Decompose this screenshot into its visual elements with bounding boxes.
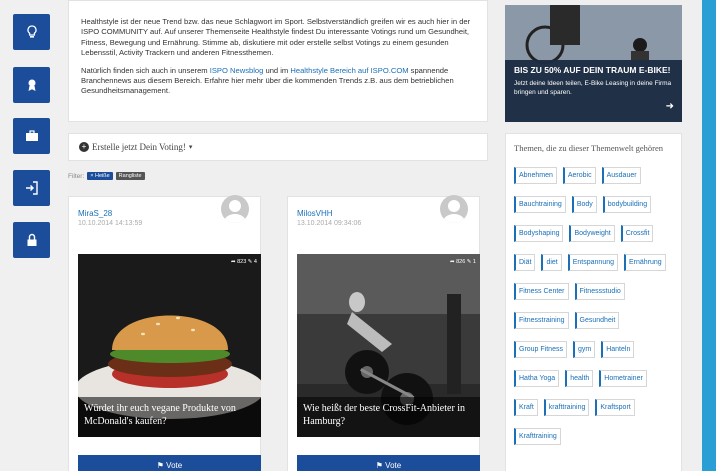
healthstyle-ispo-link[interactable]: Healthstyle Bereich auf ISPO.COM bbox=[290, 66, 408, 75]
briefcase-button[interactable] bbox=[13, 118, 50, 154]
award-button[interactable] bbox=[13, 67, 50, 103]
post-image-crossfit[interactable]: ➦ 826 ✎ 1 Wie heißt der beste CrossFit-A… bbox=[297, 254, 480, 437]
theme-tag[interactable]: Kraft bbox=[514, 399, 538, 416]
theme-tag[interactable]: Group Fitness bbox=[514, 341, 567, 358]
arrow-right-icon: ➜ bbox=[665, 101, 674, 112]
theme-tag[interactable]: health bbox=[565, 370, 594, 387]
login-button[interactable] bbox=[13, 170, 50, 206]
intro-text: Natürlich finden sich auch in unserem bbox=[81, 65, 210, 75]
theme-tag[interactable]: Hanteln bbox=[601, 341, 635, 358]
ispo-newsblog-link[interactable]: ISPO Newsblog bbox=[210, 66, 264, 75]
lightbulb-icon bbox=[26, 25, 37, 38]
theme-tag[interactable]: Fitnessstudio bbox=[574, 283, 625, 300]
create-voting-dropdown[interactable]: + Erstelle jetzt Dein Voting! ▾ bbox=[68, 133, 488, 161]
theme-tag[interactable]: bodybuilding bbox=[602, 196, 652, 213]
briefcase-icon bbox=[25, 130, 38, 141]
theme-tag[interactable]: Hatha Yoga bbox=[514, 370, 560, 387]
themes-title: Themen, die zu dieser Themenwelt gehören bbox=[514, 143, 664, 153]
post-caption: Würdet ihr euch vegane Produkte von McDo… bbox=[78, 397, 261, 437]
theme-tag[interactable]: Fitness Center bbox=[514, 283, 569, 300]
theme-tag[interactable]: Kraftsport bbox=[595, 399, 635, 416]
ebike-ad-banner[interactable]: BIS ZU 50% AUF DEIN TRAUM E-BIKE! Jetzt … bbox=[505, 5, 682, 122]
filter-hot-tag[interactable]: × Heiße bbox=[87, 172, 113, 180]
post-card-1: MiraS_28 10.10.2014 14:13:59 ➦ 823 ✎ 4 W… bbox=[68, 195, 261, 471]
theme-tag[interactable]: Ausdauer bbox=[601, 167, 641, 184]
lock-button[interactable] bbox=[13, 222, 50, 258]
vote-button[interactable]: ⚑ Vote bbox=[297, 455, 480, 471]
theme-tag[interactable]: Bodyshaping bbox=[514, 225, 564, 242]
vote-button[interactable]: ⚑ Vote bbox=[78, 455, 261, 471]
ad-subtitle: Jetzt deine Ideen teilen, E-Bike Leasing… bbox=[514, 80, 672, 96]
intro-paragraph-2: Natürlich finden sich auch in unserem IS… bbox=[81, 66, 473, 97]
ad-background-image bbox=[505, 5, 682, 122]
page-edge bbox=[702, 0, 716, 471]
theme-tag[interactable]: Bodyweight bbox=[569, 225, 615, 242]
theme-tag[interactable]: Krafttraining bbox=[514, 428, 561, 445]
theme-tag[interactable]: Crossfit bbox=[620, 225, 654, 242]
theme-tag[interactable]: Bauchtraining bbox=[514, 196, 566, 213]
main-content: Healthstyle ist der neue Trend bzw. das … bbox=[68, 0, 702, 471]
ad-title: BIS ZU 50% AUF DEIN TRAUM E-BIKE! bbox=[514, 65, 671, 75]
theme-tag[interactable]: Fitnesstraining bbox=[514, 312, 569, 329]
theme-tag[interactable]: diet bbox=[541, 254, 562, 271]
intro-paragraph-1: Healthstyle ist der neue Trend bzw. das … bbox=[81, 17, 471, 58]
theme-tag[interactable]: Diät bbox=[514, 254, 536, 271]
login-icon bbox=[25, 181, 38, 195]
theme-tag[interactable]: Ernährung bbox=[624, 254, 666, 271]
theme-tag[interactable]: Gesundheit bbox=[574, 312, 620, 329]
intro-text: und im bbox=[263, 65, 291, 75]
post-stats: ➦ 826 ✎ 1 bbox=[449, 259, 476, 265]
filter-ranking-tag[interactable]: Rangliste bbox=[115, 172, 145, 180]
create-voting-label: Erstelle jetzt Dein Voting! bbox=[92, 142, 186, 152]
post-caption: Wie heißt der beste CrossFit-Anbieter in… bbox=[297, 397, 480, 437]
post-stats: ➦ 823 ✎ 4 bbox=[230, 259, 257, 265]
theme-tag[interactable]: Entspannung bbox=[567, 254, 619, 271]
theme-tag[interactable]: Aerobic bbox=[562, 167, 596, 184]
theme-tag[interactable]: gym bbox=[572, 341, 596, 358]
post-image-burger[interactable]: ➦ 823 ✎ 4 Würdet ihr euch vegane Produkt… bbox=[78, 254, 261, 437]
theme-tag[interactable]: Hometrainer bbox=[599, 370, 647, 387]
filter-bar: Filter: × Heiße Rangliste bbox=[68, 172, 145, 180]
award-icon bbox=[28, 79, 35, 91]
intro-text-card: Healthstyle ist der neue Trend bzw. das … bbox=[68, 0, 488, 122]
theme-tag[interactable]: Abnehmen bbox=[514, 167, 557, 184]
filter-label: Filter: bbox=[68, 172, 85, 180]
theme-tag[interactable]: krafttraining bbox=[543, 399, 590, 416]
theme-tag[interactable]: Body bbox=[571, 196, 597, 213]
left-sidebar bbox=[0, 0, 68, 471]
user-avatar[interactable] bbox=[221, 195, 249, 223]
lock-icon bbox=[27, 233, 36, 246]
themes-panel: Themen, die zu dieser Themenwelt gehören… bbox=[505, 133, 682, 471]
theme-tag-list: Abnehmen Aerobic Ausdauer Bauchtraining Body… bbox=[514, 167, 673, 445]
lightbulb-button[interactable] bbox=[13, 14, 50, 50]
user-avatar[interactable] bbox=[440, 195, 468, 223]
plus-circle-icon: + bbox=[79, 142, 89, 152]
caret-down-icon: ▾ bbox=[188, 143, 193, 151]
post-card-2: MilosVHH 13.10.2014 09:34:06 ➦ 826 ✎ 1 W… bbox=[287, 195, 480, 471]
